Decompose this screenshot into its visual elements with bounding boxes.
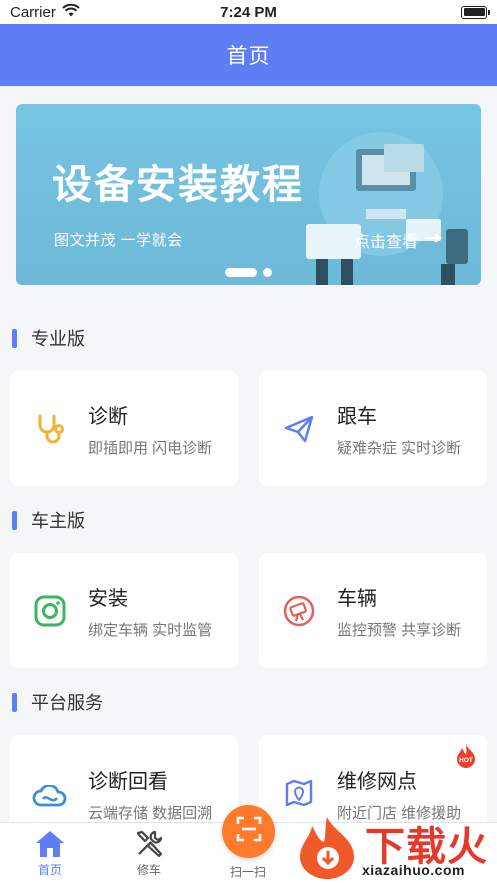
card-desc: 云端存储 数据回溯 bbox=[88, 805, 213, 822]
tab-label: 修车 bbox=[136, 863, 161, 877]
card-title: 跟车 bbox=[337, 405, 377, 428]
card-desc: 疑难杂症 实时诊断 bbox=[337, 439, 462, 457]
arrow-right-icon bbox=[424, 231, 442, 249]
card-title: 维修网点 bbox=[337, 771, 417, 793]
tab-label: 首页 bbox=[37, 863, 62, 877]
carrier-label: Carrier bbox=[10, 3, 56, 21]
stethoscope-icon bbox=[32, 411, 68, 447]
hot-badge-label: HOT bbox=[459, 757, 473, 764]
card-desc: 监控预警 共享诊断 bbox=[337, 621, 462, 639]
pager-dot-active[interactable] bbox=[225, 268, 257, 277]
banner-headline: 设备安装教程 bbox=[52, 163, 304, 207]
no-camera-icon bbox=[281, 593, 317, 629]
tab-home[interactable]: 首页 bbox=[10, 827, 90, 878]
watermark-logo: 下载火 xiazaihuo.com bbox=[290, 812, 497, 883]
card-playback[interactable]: 诊断回看 云端存储 数据回溯 bbox=[10, 735, 238, 835]
card-title: 安装 bbox=[88, 587, 128, 610]
status-left: Carrier bbox=[10, 3, 80, 21]
hot-badge-icon: HOT bbox=[455, 743, 477, 769]
section-title-label: 专业版 bbox=[31, 329, 85, 349]
map-pin-icon bbox=[281, 775, 317, 811]
card-title: 车辆 bbox=[337, 587, 377, 610]
card-desc: 即插即用 闪电诊断 bbox=[88, 439, 213, 457]
section-title-pro: 专业版 bbox=[12, 326, 85, 350]
banner-subtitle: 图文并茂 一学就会 bbox=[54, 232, 183, 249]
scan-icon bbox=[235, 815, 263, 848]
tab-repair[interactable]: 修车 bbox=[109, 827, 189, 878]
section-title-label: 车主版 bbox=[31, 511, 85, 531]
battery-icon bbox=[461, 5, 490, 19]
card-desc: 绑定车辆 实时监管 bbox=[88, 621, 213, 639]
paper-plane-icon bbox=[281, 411, 317, 447]
tab-scan[interactable]: 扫一扫 bbox=[208, 863, 288, 880]
card-vehicles[interactable]: 车辆 监控预警 共享诊断 bbox=[259, 553, 487, 668]
section-title-label: 平台服务 bbox=[31, 693, 103, 713]
status-bar: Carrier 7:24 PM bbox=[0, 0, 497, 24]
banner-cta[interactable]: 点击查看 bbox=[354, 228, 442, 252]
scan-button[interactable] bbox=[222, 805, 275, 858]
nav-bar: 首页 bbox=[0, 24, 497, 86]
section-accent-bar bbox=[12, 328, 17, 348]
page-title: 首页 bbox=[226, 45, 271, 68]
home-icon bbox=[33, 827, 67, 861]
banner-pager bbox=[16, 268, 481, 277]
tutorial-banner[interactable]: 设备安装教程 图文并茂 一学就会 点击查看 bbox=[16, 104, 481, 285]
section-accent-bar bbox=[12, 510, 17, 530]
watermark-url: xiazaihuo.com bbox=[362, 862, 465, 878]
card-install[interactable]: 安装 绑定车辆 实时监管 bbox=[10, 553, 238, 668]
camera-icon bbox=[32, 593, 68, 629]
section-title-owner: 车主版 bbox=[12, 508, 85, 532]
banner-cta-label: 点击查看 bbox=[354, 234, 419, 251]
flame-logo-icon bbox=[300, 817, 354, 879]
wifi-icon bbox=[62, 3, 80, 21]
card-title: 诊断回看 bbox=[88, 771, 168, 793]
card-follow-car[interactable]: 跟车 疑难杂症 实时诊断 bbox=[259, 371, 487, 486]
section-title-platform: 平台服务 bbox=[12, 690, 103, 714]
pager-dot[interactable] bbox=[263, 268, 272, 277]
card-title: 诊断 bbox=[88, 405, 128, 428]
section-accent-bar bbox=[12, 692, 17, 712]
banner-illustration bbox=[306, 132, 468, 285]
cloud-icon bbox=[32, 779, 68, 815]
card-diagnose[interactable]: 诊断 即插即用 闪电诊断 bbox=[10, 371, 238, 486]
tools-icon bbox=[132, 827, 166, 861]
tab-label: 扫一扫 bbox=[229, 865, 266, 879]
